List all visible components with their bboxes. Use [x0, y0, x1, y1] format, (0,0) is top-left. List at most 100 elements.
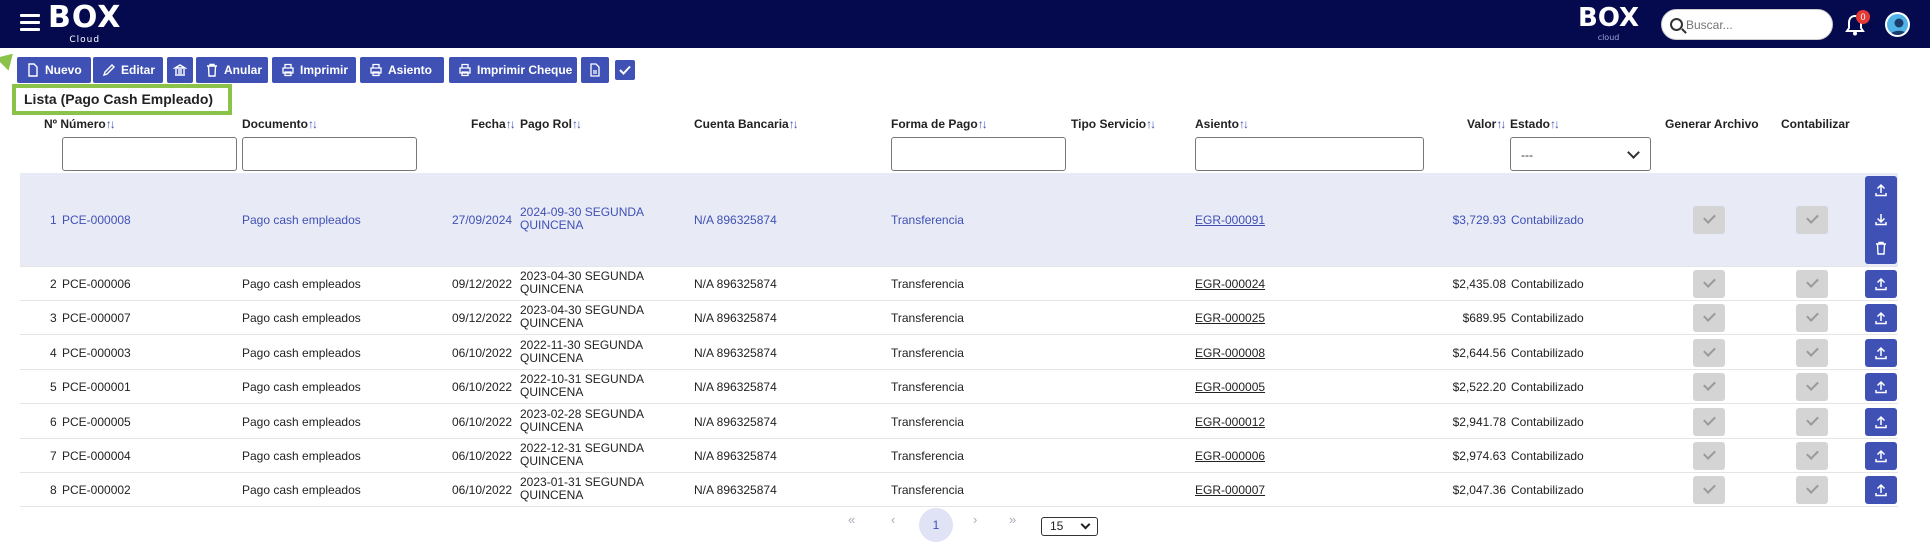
accounting-button[interactable]	[1796, 270, 1828, 298]
chevron-down-icon	[1080, 519, 1091, 530]
user-avatar[interactable]	[1885, 12, 1910, 37]
col-estado[interactable]: Estado↑↓	[1510, 117, 1560, 131]
row-forma-pago: Transferencia	[891, 380, 964, 395]
generate-file-button[interactable]	[1693, 476, 1725, 505]
accounting-button[interactable]	[1796, 373, 1828, 402]
table-row[interactable]: 1 PCE-000008 Pago cash empleados 27/09/2024…	[20, 173, 1898, 267]
generate-file-button[interactable]	[1693, 373, 1725, 402]
edit-button[interactable]: Editar	[93, 57, 163, 83]
new-button[interactable]: Nuevo	[17, 57, 91, 83]
accounting-button[interactable]	[1796, 304, 1828, 333]
prev-page-button[interactable]: ‹	[891, 512, 895, 527]
generate-file-button[interactable]	[1693, 442, 1725, 470]
col-documento[interactable]: Documento↑↓	[242, 117, 318, 131]
filter-asiento-input[interactable]	[1195, 137, 1424, 171]
generate-file-button[interactable]	[1693, 407, 1725, 436]
delete-button[interactable]	[1874, 241, 1888, 255]
filter-forma-pago-input[interactable]	[891, 137, 1066, 171]
accounting-button[interactable]	[1796, 476, 1828, 505]
row-asiento-link[interactable]: EGR-000024	[1195, 277, 1265, 291]
col-fecha[interactable]: Fecha↑↓	[471, 117, 516, 131]
col-valor-label: Valor	[1467, 117, 1497, 131]
print-check-button[interactable]: Imprimir Cheque	[449, 57, 577, 83]
accounting-button[interactable]	[1796, 338, 1828, 367]
upload-button[interactable]	[1865, 373, 1897, 402]
col-estado-label: Estado	[1510, 117, 1551, 131]
table-row[interactable]: 3 PCE-000007 Pago cash empleados 09/12/2022…	[20, 301, 1898, 336]
sort-icon: ↑↓	[505, 117, 516, 131]
col-valor[interactable]: Valor↑↓	[1467, 117, 1506, 131]
page-size-select[interactable]: 15	[1041, 517, 1098, 536]
row-asiento-link[interactable]: EGR-000008	[1195, 346, 1265, 360]
pdf-button[interactable]	[581, 57, 609, 83]
row-forma-pago: Transferencia	[891, 414, 964, 429]
upload-button[interactable]	[1865, 270, 1897, 298]
filter-numero-input[interactable]	[62, 137, 237, 171]
row-valor: $2,435.08	[1452, 277, 1506, 291]
filter-documento-input[interactable]	[242, 137, 417, 171]
upload-button[interactable]	[1874, 183, 1888, 197]
page-button-current[interactable]: 1	[919, 508, 953, 542]
filter-estado-value: ---	[1521, 148, 1533, 162]
row-asiento-link[interactable]: EGR-000091	[1195, 213, 1265, 227]
col-forma-pago[interactable]: Forma de Pago↑↓	[891, 117, 988, 131]
col-asiento-label: Asiento	[1195, 117, 1240, 131]
row-forma-pago: Transferencia	[891, 277, 964, 291]
last-page-button[interactable]: »	[1009, 512, 1016, 527]
bank-icon	[173, 64, 187, 76]
upload-button[interactable]	[1865, 407, 1897, 436]
printer-icon	[459, 63, 471, 77]
accounting-button[interactable]	[1796, 442, 1828, 470]
row-valor: $2,047.36	[1452, 483, 1506, 498]
print-button[interactable]: Imprimir	[272, 57, 356, 83]
filter-estado-select[interactable]: ---	[1510, 137, 1651, 171]
table-row[interactable]: 2 PCE-000006 Pago cash empleados 09/12/2022…	[20, 267, 1898, 301]
row-forma-pago: Transferencia	[891, 311, 964, 326]
menu-icon[interactable]	[20, 14, 40, 32]
select-all-checkbox[interactable]	[615, 60, 635, 80]
sort-icon: ↑↓	[572, 117, 582, 131]
download-button[interactable]	[1874, 212, 1888, 226]
upload-button[interactable]	[1865, 442, 1897, 470]
pencil-icon	[102, 64, 115, 77]
download-icon	[1875, 214, 1887, 226]
generate-file-button[interactable]	[1693, 338, 1725, 367]
entry-button[interactable]: Asiento	[360, 57, 444, 83]
void-button[interactable]: Anular	[196, 57, 268, 83]
table-row[interactable]: 6 PCE-000005 Pago cash empleados 06/10/2022…	[20, 405, 1898, 439]
generate-file-button[interactable]	[1693, 270, 1725, 298]
row-estado: Contabilizado	[1511, 277, 1584, 291]
row-asiento-link[interactable]: EGR-000007	[1195, 483, 1265, 497]
row-asiento-link[interactable]: EGR-000012	[1195, 415, 1265, 429]
upload-button[interactable]	[1865, 338, 1897, 367]
table-row[interactable]: 5 PCE-000001 Pago cash empleados 06/10/2022…	[20, 370, 1898, 405]
search-input[interactable]	[1686, 15, 1826, 35]
row-asiento-link[interactable]: EGR-000005	[1195, 380, 1265, 394]
upload-button[interactable]	[1865, 304, 1897, 333]
app-logo[interactable]: BOX Cloud	[48, 3, 121, 46]
col-pago-rol[interactable]: Pago Rol↑↓	[520, 117, 582, 131]
next-page-button[interactable]: ›	[973, 512, 977, 527]
col-cuenta[interactable]: Cuenta Bancaria↑↓	[694, 117, 799, 131]
bank-button[interactable]	[167, 57, 193, 83]
generate-file-button[interactable]	[1693, 206, 1725, 234]
row-cuenta: N/A 896325874	[694, 345, 777, 360]
col-tipo-servicio[interactable]: Tipo Servicio↑↓	[1071, 117, 1156, 131]
table-row[interactable]: 4 PCE-000003 Pago cash empleados 06/10/2022…	[20, 336, 1898, 370]
row-asiento-link[interactable]: EGR-000006	[1195, 449, 1265, 463]
generate-file-button[interactable]	[1693, 304, 1725, 333]
row-asiento-link[interactable]: EGR-000025	[1195, 311, 1265, 325]
table-row[interactable]: 8 PCE-000002 Pago cash empleados 06/10/2022…	[20, 473, 1898, 508]
table-row[interactable]: 7 PCE-000004 Pago cash empleados 06/10/2022…	[20, 439, 1898, 473]
upload-button[interactable]	[1865, 476, 1897, 505]
col-asiento[interactable]: Asiento↑↓	[1195, 117, 1249, 131]
row-forma-pago: Transferencia	[891, 449, 964, 463]
row-pago-rol: 2023-02-28 SEGUNDA QUINCENA	[520, 406, 644, 434]
accounting-button[interactable]	[1796, 407, 1828, 436]
row-numero: PCE-000004	[62, 449, 131, 463]
first-page-button[interactable]: «	[848, 512, 855, 527]
row-fecha: 06/10/2022	[452, 483, 513, 498]
col-numero[interactable]: Nº Número↑↓	[44, 117, 116, 131]
accounting-button[interactable]	[1796, 206, 1828, 234]
row-documento: Pago cash empleados	[242, 311, 361, 326]
